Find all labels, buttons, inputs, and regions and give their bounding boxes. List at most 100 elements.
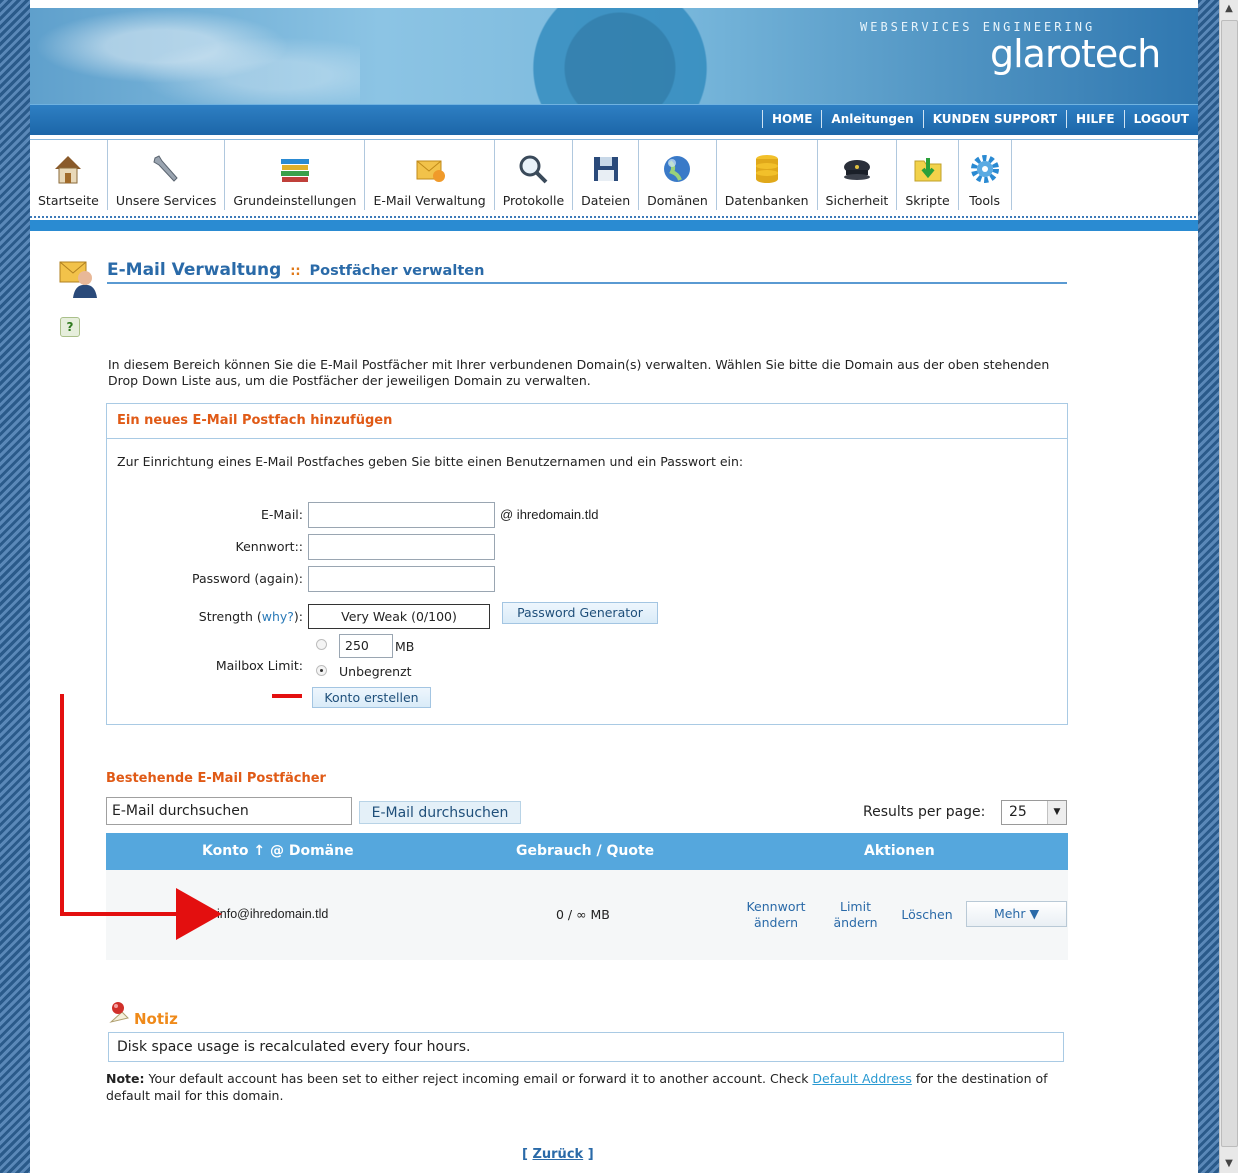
column-header-account[interactable]: Konto ↑ @ Domäne [202, 843, 354, 859]
strength-meter: Very Weak (0/100) [308, 604, 490, 629]
password-row: Kennwort:: [107, 534, 1067, 560]
globe-icon [659, 151, 695, 187]
change-limit-link[interactable]: Limit ändern [828, 899, 883, 931]
back-link-container: [ Zurück ] [522, 1147, 594, 1162]
search-input[interactable]: E-Mail durchsuchen [106, 797, 352, 825]
nav-kunden-support[interactable]: KUNDEN SUPPORT [922, 110, 1066, 128]
table-header: Konto ↑ @ Domäne Gebrauch / Quote Aktion… [106, 833, 1068, 870]
top-navigation: HOME Anleitungen KUNDEN SUPPORT HILFE LO… [30, 104, 1198, 135]
mail-icon [412, 151, 448, 187]
annotation-line [60, 912, 180, 916]
nav-home[interactable]: HOME [762, 110, 821, 128]
floppy-icon [588, 151, 624, 187]
limit-radio[interactable] [316, 639, 327, 650]
world-map-graphic [30, 8, 360, 104]
existing-mailboxes-title: Bestehende E-Mail Postfächer [106, 771, 326, 786]
toolbar-label: Protokolle [502, 193, 565, 208]
footnote: Note: Your default account has been set … [106, 1070, 1066, 1104]
default-address-link[interactable]: Default Address [812, 1071, 911, 1086]
scroll-up-arrow-icon[interactable]: ▲ [1220, 0, 1238, 18]
domain-suffix: @ ihredomain.tld [500, 507, 599, 522]
create-account-button[interactable]: Konto erstellen [312, 687, 431, 708]
help-icon[interactable]: ? [60, 317, 80, 337]
nav-hilfe[interactable]: HILFE [1066, 110, 1124, 128]
chevron-down-icon[interactable]: ▼ [1047, 801, 1066, 824]
toolbar-label: Tools [969, 193, 1001, 208]
toolbar-item-tools[interactable]: Tools [959, 140, 1012, 210]
limit-value-field[interactable]: 250 [339, 634, 393, 658]
more-button[interactable]: Mehr ▼ [966, 901, 1067, 927]
toolbar-item-datenbanken[interactable]: Datenbanken [717, 140, 818, 210]
back-link[interactable]: Zurück [532, 1147, 583, 1162]
magnifier-icon [515, 151, 551, 187]
page-background-left [0, 0, 30, 1173]
table-row: info@ihredomain.tld 0 / ∞ MB Kennwort än… [106, 870, 1068, 960]
page-subtitle: Postfächer verwalten [309, 263, 485, 279]
annotation-arrowhead-icon [176, 888, 222, 940]
accent-bar [30, 220, 1198, 231]
toolbar-label: E-Mail Verwaltung [373, 193, 486, 208]
new-mailbox-instructions: Zur Einrichtung eines E-Mail Postfaches … [117, 454, 744, 469]
email-label: E-Mail: [260, 507, 303, 522]
toolbar-label: Skripte [905, 193, 950, 208]
search-button[interactable]: E-Mail durchsuchen [359, 801, 521, 824]
home-icon [50, 151, 86, 187]
back-bracket-open: [ [522, 1147, 533, 1162]
toolbar-label: Grundeinstellungen [233, 193, 357, 208]
main-toolbar: Startseite Unsere Services Grundeinstell… [30, 139, 1198, 217]
annotation-line [272, 694, 302, 698]
column-header-actions: Aktionen [864, 843, 935, 859]
intro-text: In diesem Bereich können Sie die E-Mail … [108, 357, 1050, 388]
toolbar-item-sicherheit[interactable]: Sicherheit [818, 140, 898, 210]
mail-user-icon [58, 258, 98, 298]
password-again-label: Password (again): [192, 571, 303, 586]
vertical-scrollbar[interactable]: ▲ ▼ [1219, 0, 1238, 1173]
title-separator: :: [290, 264, 301, 279]
toolbar-item-unsere-services[interactable]: Unsere Services [108, 140, 226, 210]
logo[interactable]: glarotech [990, 32, 1161, 76]
back-bracket-close: ] [583, 1147, 594, 1162]
scroll-down-arrow-icon[interactable]: ▼ [1220, 1155, 1238, 1173]
footnote-bold: Note: [106, 1071, 145, 1086]
password-generator-button[interactable]: Password Generator [502, 602, 658, 624]
email-row: E-Mail: @ ihredomain.tld [107, 502, 1067, 528]
unlimited-label: Unbegrenzt [339, 664, 412, 679]
new-mailbox-box: Ein neues E-Mail Postfach hinzufügen Zur… [106, 403, 1068, 725]
toolbar-item-domaenen[interactable]: Domänen [639, 140, 717, 210]
results-per-page-label: Results per page: [863, 804, 986, 820]
change-password-link[interactable]: Kennwort ändern [741, 899, 811, 931]
toolbar-item-email-verwaltung[interactable]: E-Mail Verwaltung [365, 140, 495, 210]
strength-row: Strength (why?): Very Weak (0/100) Passw… [107, 602, 1067, 630]
toolbar-item-skripte[interactable]: Skripte [897, 140, 959, 210]
annotation-line [60, 694, 64, 916]
toolbar-label: Startseite [38, 193, 99, 208]
page-title: E-Mail Verwaltung :: Postfächer verwalte… [107, 260, 484, 280]
toolbar-item-dateien[interactable]: Dateien [573, 140, 640, 210]
limit-unit: MB [395, 639, 415, 654]
delete-link[interactable]: Löschen [896, 907, 958, 923]
email-field[interactable] [308, 502, 495, 528]
folder-arrow-icon [910, 151, 946, 187]
nav-logout[interactable]: LOGOUT [1123, 110, 1198, 128]
database-icon [749, 151, 785, 187]
page-title-main: E-Mail Verwaltung [107, 260, 282, 280]
results-per-page-select[interactable]: 25 ▼ [1001, 800, 1067, 825]
toolbar-item-startseite[interactable]: Startseite [30, 140, 108, 210]
toolbar-item-protokolle[interactable]: Protokolle [495, 140, 574, 210]
strength-why-link[interactable]: why? [262, 609, 294, 624]
password-field[interactable] [308, 534, 495, 560]
usage-cell: 0 / ∞ MB [556, 907, 610, 922]
mailbox-limit-row: Mailbox Limit: 250 MB Unbegrenzt [107, 634, 1067, 698]
scrollbar-thumb[interactable] [1221, 20, 1238, 1147]
toolbar-item-grundeinstellungen[interactable]: Grundeinstellungen [225, 140, 366, 210]
title-underline [107, 282, 1067, 284]
unlimited-radio[interactable] [316, 665, 327, 676]
wrench-icon [148, 151, 184, 187]
toolbar-label: Dateien [581, 193, 631, 208]
nav-anleitungen[interactable]: Anleitungen [821, 110, 922, 128]
password-again-field[interactable] [308, 566, 495, 592]
strength-label: Strength (why?): [107, 609, 303, 624]
account-cell: info@ihredomain.tld [217, 907, 329, 921]
password-label: Kennwort:: [235, 539, 303, 554]
police-cap-icon [839, 151, 875, 187]
